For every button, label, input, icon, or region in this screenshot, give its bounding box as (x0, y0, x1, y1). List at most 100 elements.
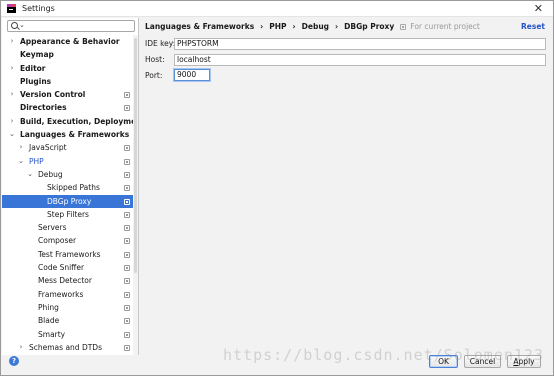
search-field[interactable]: ⌄ (7, 20, 135, 32)
chevron-down-icon[interactable]: ⌄ (17, 155, 25, 168)
cancel-button[interactable]: Cancel (464, 355, 501, 368)
tree-item[interactable]: ⌄ Debug (2, 168, 133, 181)
chevron-right-icon[interactable]: › (8, 62, 16, 75)
tree-item-label: Plugins (20, 76, 52, 86)
tree-item[interactable]: Servers (2, 221, 133, 234)
tree-item-label: Languages & Frameworks (20, 130, 130, 140)
tree-item[interactable]: Smarty (2, 328, 133, 341)
project-scope-icon (124, 238, 130, 245)
tree-item-label: Schemas and DTDs (29, 342, 102, 352)
tree-item[interactable]: › Editor (2, 62, 133, 75)
project-scope-icon (124, 211, 130, 218)
tree-item-label: Test Frameworks (38, 249, 101, 259)
project-scope-icon (124, 278, 130, 285)
tree-item[interactable]: Directories (2, 101, 133, 114)
phpstorm-icon (7, 4, 16, 13)
project-scope-icon (124, 171, 130, 178)
settings-tree: › Appearance & Behavior Keymap › Editor Plugi… (2, 35, 133, 355)
breadcrumb-separator: › (335, 22, 339, 31)
project-scope-icon (124, 291, 130, 298)
project-scope-icon (124, 198, 130, 205)
ide-key-field[interactable]: PHPSTORM (174, 38, 546, 50)
chevron-right-icon[interactable]: › (17, 341, 25, 354)
chevron-down-icon[interactable]: ⌄ (26, 168, 34, 181)
project-scope-icon (124, 304, 130, 311)
tree-item-label: Build, Execution, Deployment (20, 116, 133, 126)
settings-sidebar: ⌄ › Appearance & Behavior Keymap › Editor Plu… (2, 18, 139, 355)
breadcrumb-item: DBGp Proxy (344, 22, 395, 31)
tree-item[interactable]: Mess Detector (2, 274, 133, 287)
tree-item-label: JavaScript (29, 143, 67, 153)
ok-button[interactable]: OK (429, 355, 458, 368)
search-icon (11, 22, 18, 29)
tree-item[interactable]: DBGp Proxy (2, 194, 133, 208)
project-scope-icon (124, 158, 130, 165)
tree-item-label: Editor (20, 63, 46, 73)
port-label: Port: (145, 71, 163, 80)
tree-item[interactable]: › Schemas and DTDs (2, 341, 133, 354)
project-scope-icon (124, 251, 130, 258)
close-icon[interactable]: ✕ (534, 2, 543, 15)
tree-item-label: Smarty (38, 329, 66, 339)
help-icon[interactable]: ? (9, 356, 19, 366)
window-title: Settings (22, 4, 55, 13)
settings-window: Settings ✕ ⌄ › Appearance & Behavior Keyma… (0, 0, 554, 376)
breadcrumb-item: PHP (269, 22, 287, 31)
tree-item[interactable]: Keymap (2, 48, 133, 61)
tree-item[interactable]: › Build, Execution, Deployment (2, 115, 133, 128)
tree-item-label: Blade (38, 316, 60, 326)
chevron-right-icon[interactable]: › (8, 35, 16, 48)
project-scope-icon (124, 265, 130, 272)
reset-link[interactable]: Reset (521, 22, 545, 31)
tree-item[interactable]: Plugins (2, 75, 133, 88)
tree-item[interactable]: Step Filters (2, 208, 133, 221)
chevron-down-icon[interactable]: ⌄ (8, 128, 16, 141)
tree-item-label: Servers (38, 223, 67, 233)
search-dropdown-icon[interactable]: ⌄ (19, 21, 25, 29)
tree-item-label: DBGp Proxy (47, 196, 92, 206)
tree-item[interactable]: Blade (2, 314, 133, 327)
project-scope-icon (124, 318, 130, 325)
chevron-right-icon[interactable]: › (8, 115, 16, 128)
tree-item-label: Code Sniffer (38, 263, 85, 273)
breadcrumb-item: Debug (301, 22, 330, 31)
tree-scrollbar[interactable] (133, 35, 138, 355)
breadcrumb-separator: › (260, 22, 264, 31)
chevron-right-icon[interactable]: › (17, 141, 25, 154)
tree-item[interactable]: › Appearance & Behavior (2, 35, 133, 48)
project-scope-icon (124, 145, 130, 152)
tree-item[interactable]: › JavaScript (2, 141, 133, 154)
tree-item[interactable]: Test Frameworks (2, 248, 133, 261)
breadcrumb-separator: › (292, 22, 296, 31)
tree-item[interactable]: Frameworks (2, 288, 133, 301)
chevron-right-icon[interactable]: › (8, 88, 16, 101)
tree-item-label: Frameworks (38, 289, 84, 299)
tree-item[interactable]: Composer (2, 234, 133, 247)
tree-item[interactable]: ⌄ PHP (2, 155, 133, 168)
project-scope-icon (400, 23, 407, 30)
tree-item[interactable]: ⌄ Languages & Frameworks (2, 128, 133, 141)
host-label: Host: (145, 55, 165, 64)
project-scope-icon (124, 331, 130, 338)
tree-item[interactable]: › Version Control (2, 88, 133, 101)
title-bar: Settings ✕ (1, 1, 553, 17)
breadcrumb-item: Languages & Frameworks (145, 22, 255, 31)
scope-indicator: For current project (400, 22, 480, 31)
project-scope-icon (124, 185, 130, 192)
tree-item-label: Debug (38, 169, 63, 179)
host-field[interactable]: localhost (174, 54, 546, 66)
scope-label: For current project (410, 22, 480, 31)
apply-button[interactable]: Apply (507, 355, 541, 368)
breadcrumb: Languages & Frameworks › PHP › Debug › D… (145, 22, 480, 31)
tree-item[interactable]: Skipped Paths (2, 181, 133, 194)
tree-item-label: Keymap (20, 50, 54, 60)
port-field[interactable]: 9000 (174, 69, 210, 81)
tree-item-label: Step Filters (47, 209, 89, 219)
project-scope-icon (124, 225, 130, 232)
tree-item[interactable]: Phing (2, 301, 133, 314)
tree-item[interactable]: Code Sniffer (2, 261, 133, 274)
ide-key-label: IDE key: (145, 39, 176, 48)
tree-scrollbar-thumb[interactable] (134, 38, 137, 273)
tree-item-label: Phing (38, 302, 59, 312)
tree-item-label: Mess Detector (38, 276, 92, 286)
